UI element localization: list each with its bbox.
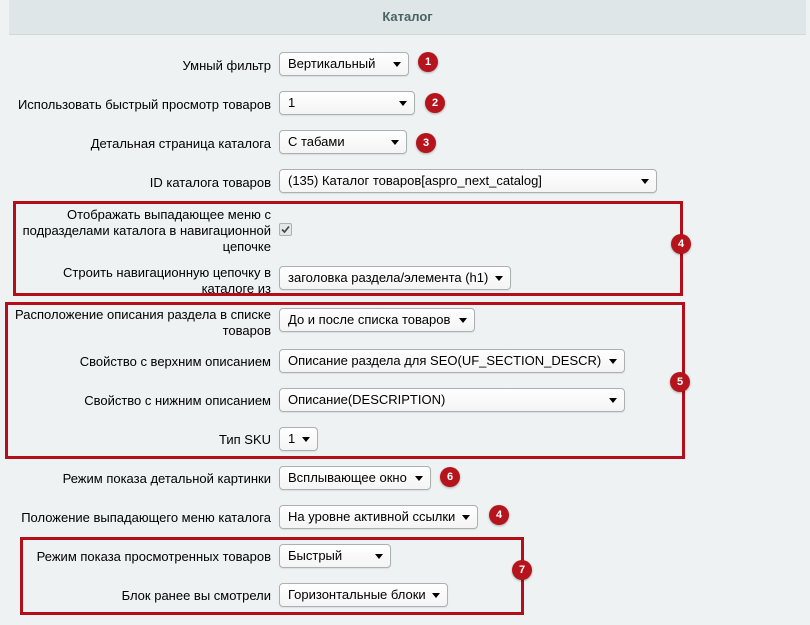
top-description-value: Описание раздела для SEO(UF_SECTION_DESC… (288, 353, 602, 368)
smart-filter-label: Умный фильтр (182, 58, 272, 73)
smart-filter-select[interactable]: Вертикальный (279, 52, 409, 76)
chevron-down-icon (462, 515, 470, 520)
marker-badge-3: 3 (416, 133, 436, 153)
viewed-block-label: Блок ранее вы смотрели (121, 588, 271, 603)
menu-position-label: Положение выпадающего меню каталога (21, 510, 271, 525)
description-position-label: Расположение описания раздела в списке т… (14, 307, 271, 338)
marker-badge-4-group: 4 (671, 234, 691, 254)
detail-page-label: Детальная страница каталога (90, 136, 271, 151)
chevron-down-icon (495, 276, 503, 281)
chevron-down-icon (459, 318, 467, 323)
quick-view-label: Использовать быстрый просмотр товаров (17, 97, 271, 112)
chevron-down-icon (393, 62, 401, 67)
sku-type-select[interactable]: 1 (279, 427, 318, 451)
detail-page-select[interactable]: С табами (279, 130, 407, 154)
detail-picture-label: Режим показа детальной картинки (62, 471, 271, 486)
viewed-mode-label: Режим показа просмотренных товаров (36, 549, 271, 564)
top-description-select[interactable]: Описание раздела для SEO(UF_SECTION_DESC… (279, 349, 625, 373)
sku-type-value: 1 (288, 431, 296, 446)
nav-dropdown-checkbox[interactable] (279, 223, 292, 236)
top-description-label: Свойство с верхним описанием (79, 354, 271, 369)
chevron-down-icon (641, 179, 649, 184)
quick-view-select[interactable]: 1 (279, 91, 415, 115)
checkmark-icon (281, 225, 290, 234)
nav-dropdown-label: Отображать выпадающее меню с подразделам… (22, 207, 271, 254)
chevron-down-icon (609, 359, 617, 364)
menu-position-value: На уровне активной ссылки (288, 509, 456, 524)
chevron-down-icon (302, 437, 310, 442)
smart-filter-value: Вертикальный (288, 56, 376, 71)
marker-badge-7: 7 (512, 560, 532, 580)
breadcrumb-source-select[interactable]: заголовка раздела/элемента (h1) (279, 266, 511, 290)
detail-picture-select[interactable]: Всплывающее окно (279, 466, 431, 490)
menu-position-select[interactable]: На уровне активной ссылки (279, 505, 478, 529)
detail-picture-value: Всплывающее окно (288, 470, 407, 485)
viewed-block-value: Горизонтальные блоки (288, 587, 426, 602)
chevron-down-icon (415, 476, 423, 481)
marker-badge-1: 1 (418, 52, 438, 72)
bottom-description-label: Свойство с нижним описанием (84, 393, 271, 408)
catalog-id-value: (135) Каталог товаров[aspro_next_catalog… (288, 173, 542, 188)
catalog-id-label: ID каталога товаров (149, 175, 271, 190)
viewed-block-select[interactable]: Горизонтальные блоки (279, 583, 448, 607)
quick-view-value: 1 (288, 95, 296, 110)
marker-badge-4-menu: 4 (489, 505, 509, 525)
chevron-down-icon (609, 398, 617, 403)
chevron-down-icon (432, 593, 440, 598)
bottom-description-value: Описание(DESCRIPTION) (288, 392, 446, 407)
breadcrumb-source-label: Строить навигационную цепочку в каталоге… (63, 265, 271, 296)
detail-page-value: С табами (288, 134, 345, 149)
description-position-value: До и после списка товаров (288, 312, 451, 327)
description-position-select[interactable]: До и после списка товаров (279, 308, 475, 332)
breadcrumb-source-value: заголовка раздела/элемента (h1) (288, 270, 489, 285)
marker-badge-5: 5 (670, 372, 690, 392)
viewed-mode-select[interactable]: Быстрый (279, 544, 391, 568)
section-header: Каталог (9, 0, 806, 35)
section-title: Каталог (382, 9, 433, 24)
sku-type-label: Тип SKU (218, 432, 271, 447)
settings-panel: Каталог Умный фильтр Вертикальный 1 Испо… (0, 0, 810, 625)
chevron-down-icon (391, 140, 399, 145)
catalog-id-select[interactable]: (135) Каталог товаров[aspro_next_catalog… (279, 169, 657, 193)
marker-badge-6: 6 (440, 467, 460, 487)
bottom-description-select[interactable]: Описание(DESCRIPTION) (279, 388, 625, 412)
viewed-mode-value: Быстрый (288, 548, 343, 563)
chevron-down-icon (399, 101, 407, 106)
marker-badge-2: 2 (425, 93, 445, 113)
chevron-down-icon (375, 554, 383, 559)
